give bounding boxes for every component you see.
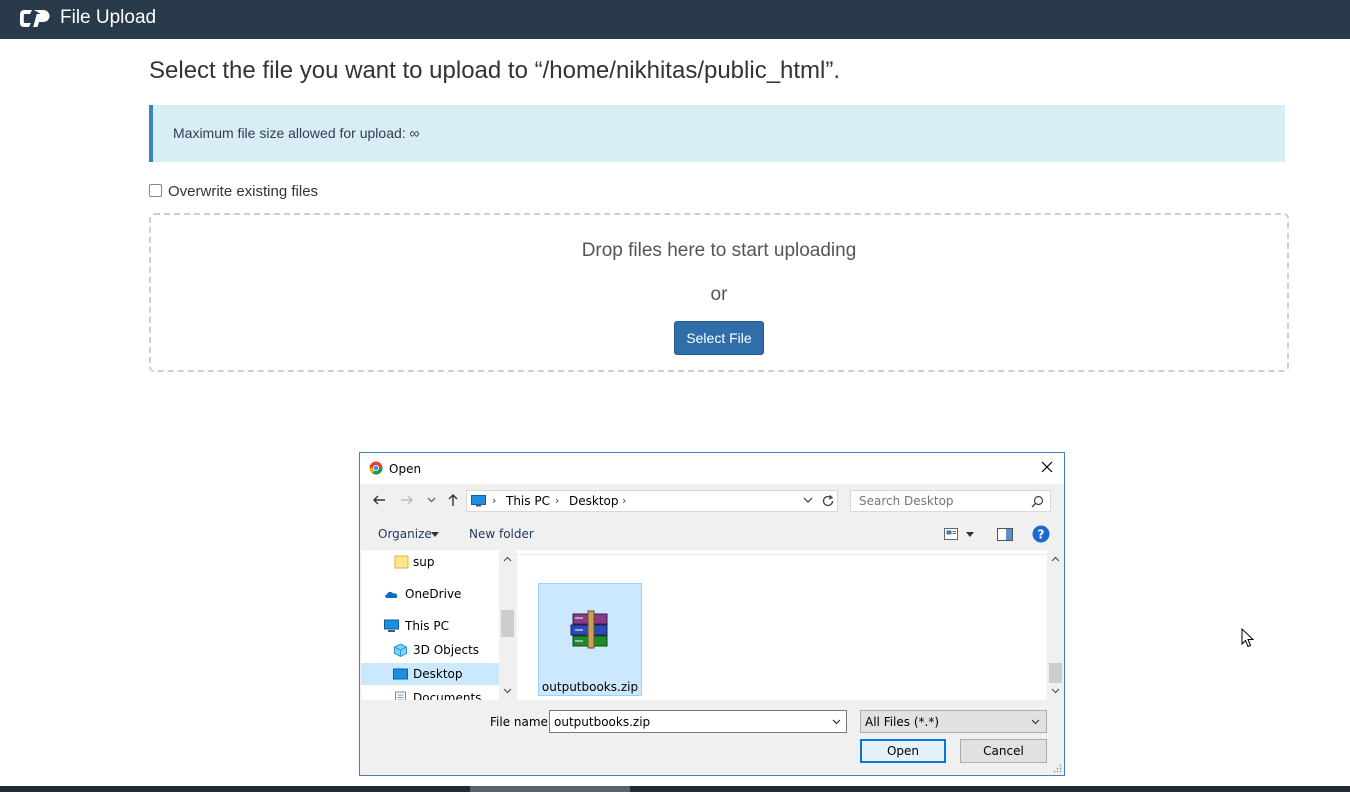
open-button[interactable]: Open xyxy=(860,739,946,763)
scroll-thumb[interactable] xyxy=(501,610,514,637)
change-view-icon[interactable] xyxy=(944,528,958,540)
file-item-outputbooks[interactable]: outputbooks.zip xyxy=(538,583,642,696)
dialog-titlebar[interactable]: Open xyxy=(360,453,1064,484)
search-box[interactable] xyxy=(850,490,1051,512)
resize-grip-icon[interactable] xyxy=(1053,764,1062,773)
overwrite-label[interactable]: Overwrite existing files xyxy=(168,183,318,200)
breadcrumb-chevron-icon: › xyxy=(492,494,497,507)
scroll-thumb[interactable] xyxy=(1049,663,1062,683)
drop-zone[interactable]: Drop files here to start uploading or Se… xyxy=(149,213,1289,372)
search-icon[interactable] xyxy=(1031,495,1044,508)
onedrive-icon xyxy=(385,591,398,598)
winrar-archive-icon xyxy=(570,610,608,649)
search-input[interactable] xyxy=(851,491,1029,511)
nav-item-label: OneDrive xyxy=(405,587,462,601)
address-bar[interactable]: › This PC › Desktop › xyxy=(466,490,838,512)
help-icon[interactable]: ? xyxy=(1032,525,1050,543)
nav-item-label: sup xyxy=(413,555,435,569)
scroll-up-icon[interactable] xyxy=(1051,556,1060,562)
breadcrumb-chevron-icon: › xyxy=(555,494,560,507)
documents-icon xyxy=(395,691,406,700)
cpanel-logo-icon[interactable] xyxy=(20,6,50,32)
file-list-pane[interactable]: outputbooks.zip xyxy=(517,550,1047,700)
file-scrollbar[interactable] xyxy=(1047,550,1064,700)
nav-item-label: Documents xyxy=(413,691,482,700)
nav-item-onedrive[interactable]: OneDrive xyxy=(361,583,499,605)
scroll-down-icon[interactable] xyxy=(1051,688,1060,694)
dialog-title: Open xyxy=(389,462,422,476)
breadcrumb-desktop[interactable]: Desktop xyxy=(569,494,619,508)
command-bar: Organize New folder ? xyxy=(360,519,1064,549)
up-arrow-icon[interactable] xyxy=(446,493,460,507)
select-file-button[interactable]: Select File xyxy=(674,321,764,355)
overwrite-checkbox[interactable] xyxy=(149,184,162,197)
cancel-button[interactable]: Cancel xyxy=(960,739,1047,763)
chevron-down-icon[interactable] xyxy=(1031,719,1040,725)
chrome-icon xyxy=(369,461,383,475)
scroll-up-icon[interactable] xyxy=(503,556,512,562)
nav-item-label: This PC xyxy=(405,619,449,633)
page-title: Select the file you want to upload to “/… xyxy=(149,57,841,84)
computer-icon xyxy=(384,619,399,632)
nav-item-sup[interactable]: sup xyxy=(361,551,499,573)
nav-item-documents[interactable]: Documents xyxy=(361,687,499,700)
nav-item-this-pc[interactable]: This PC xyxy=(361,615,499,637)
refresh-icon[interactable] xyxy=(821,494,835,508)
this-pc-icon xyxy=(471,495,486,507)
previous-row-edge xyxy=(517,550,1047,555)
nav-item-label: Desktop xyxy=(413,667,463,681)
file-type-value: All Files (*.*) xyxy=(865,715,940,729)
3d-objects-icon xyxy=(394,643,407,657)
back-arrow-icon[interactable] xyxy=(372,493,386,507)
navigation-pane: sup OneDrive This PC 3D Objects Desktop … xyxy=(361,550,499,700)
svg-text:?: ? xyxy=(1038,528,1045,542)
nav-item-label: 3D Objects xyxy=(413,643,480,657)
drop-text: Drop files here to start uploading xyxy=(581,240,857,261)
open-file-dialog: Open › This PC › Desktop › Search Deskto… xyxy=(359,452,1065,776)
file-name-label: outputbooks.zip xyxy=(541,680,639,694)
organize-button[interactable]: Organize xyxy=(378,527,432,541)
forward-arrow-icon[interactable] xyxy=(400,493,414,507)
top-bar: File Upload xyxy=(0,0,1350,39)
overwrite-option[interactable]: Overwrite existing files xyxy=(149,183,318,200)
or-text: or xyxy=(710,284,728,305)
close-icon[interactable] xyxy=(1038,458,1056,476)
recent-locations-chevron-icon[interactable] xyxy=(427,497,436,503)
caret-down-icon[interactable] xyxy=(966,532,974,537)
file-type-select[interactable]: All Files (*.*) xyxy=(860,710,1047,733)
file-name-input[interactable] xyxy=(550,711,824,732)
new-folder-button[interactable]: New folder xyxy=(469,527,534,541)
caret-down-icon[interactable] xyxy=(431,532,439,537)
max-size-alert: Maximum file size allowed for upload: ∞ xyxy=(149,105,1285,162)
desktop-icon xyxy=(393,668,408,680)
breadcrumb-this-pc[interactable]: This PC xyxy=(506,494,550,508)
alert-text: Maximum file size allowed for upload: ∞ xyxy=(173,125,420,141)
taskbar-strip xyxy=(0,786,1350,792)
taskbar-active-segment xyxy=(470,786,630,792)
nav-item-desktop[interactable]: Desktop xyxy=(361,663,499,685)
address-dropdown-icon[interactable] xyxy=(803,497,813,504)
folder-icon xyxy=(394,555,409,569)
nav-scrollbar[interactable] xyxy=(499,550,516,700)
app-title: File Upload xyxy=(60,7,157,28)
scroll-down-icon[interactable] xyxy=(503,688,512,694)
file-name-field-label: File name: xyxy=(490,715,552,729)
chevron-down-icon[interactable] xyxy=(832,719,841,725)
mouse-cursor-icon xyxy=(1241,628,1255,648)
nav-item-3d-objects[interactable]: 3D Objects xyxy=(361,639,499,661)
preview-pane-icon[interactable] xyxy=(997,528,1013,541)
breadcrumb-chevron-icon: › xyxy=(622,494,627,507)
file-name-combobox[interactable] xyxy=(549,710,847,733)
